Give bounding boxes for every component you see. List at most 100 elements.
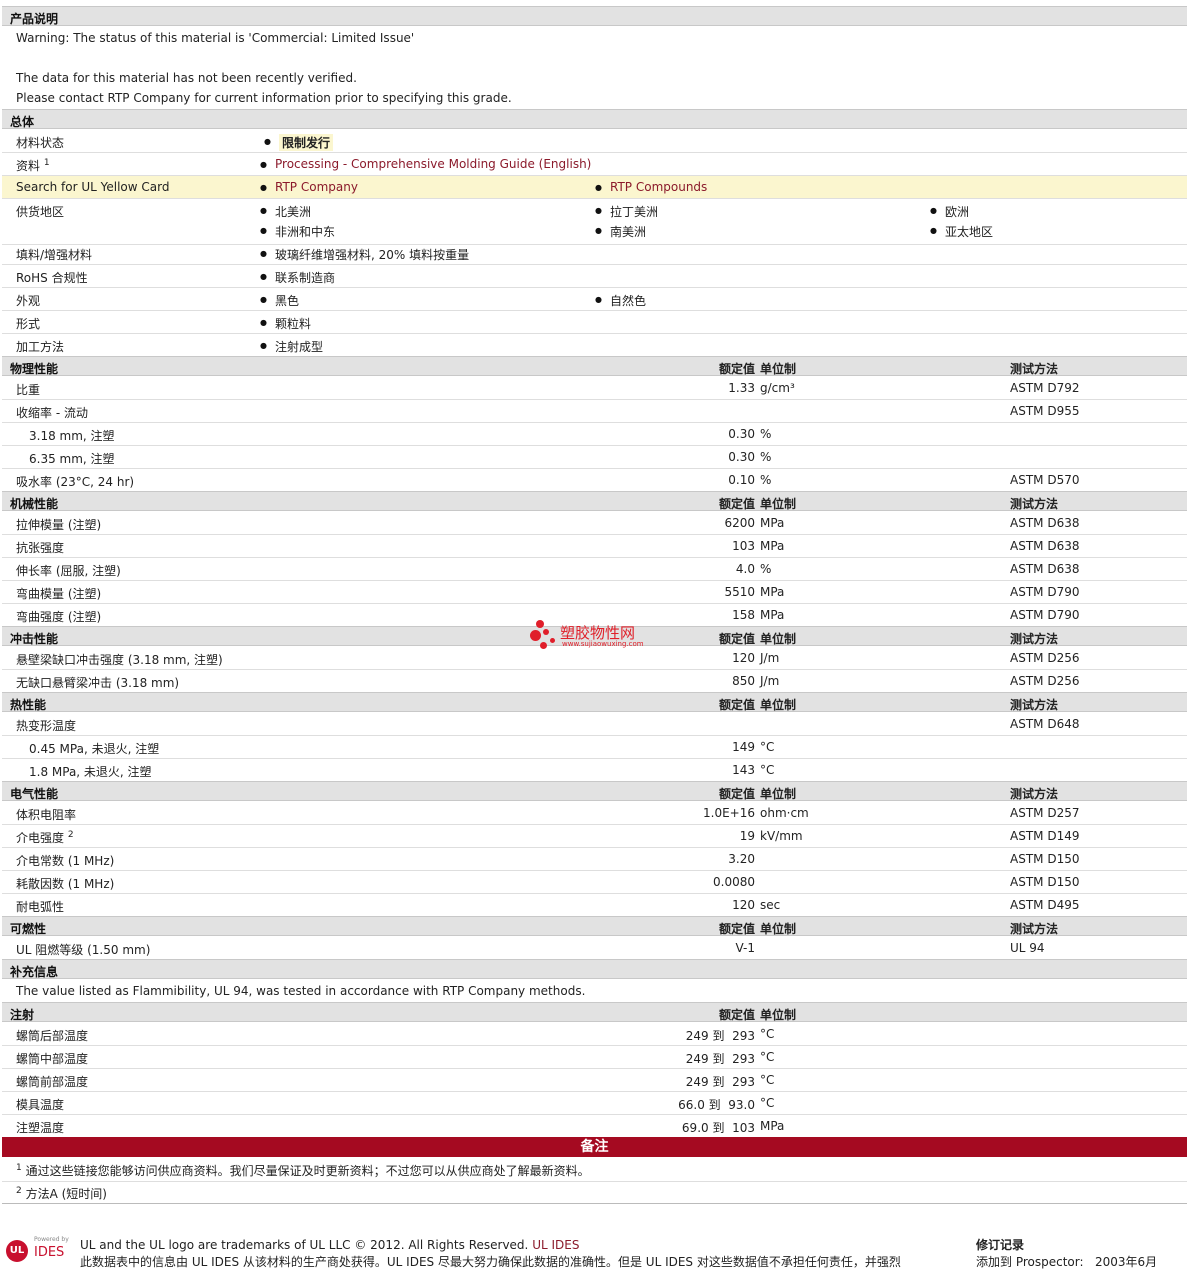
property-unit: MPa: [760, 585, 785, 599]
property-unit: g/cm³: [760, 381, 795, 395]
header-value: 额定值: [718, 1008, 755, 1022]
property-label: 体积电阻率: [16, 808, 77, 822]
property-method: ASTM D790: [1010, 585, 1080, 599]
property-value: 0.30: [728, 450, 755, 464]
property-value: 103: [732, 539, 755, 553]
general-row-form: 形式 颗粒料: [2, 311, 1187, 334]
property-row: 介电强度 2 19 kV/mm ASTM D149: [2, 825, 1187, 848]
rohs-value: 联系制造商: [260, 269, 335, 286]
note-row: 2 方法A (短时间): [2, 1182, 1187, 1204]
header-unit: 单位制: [760, 787, 797, 801]
row-label: 材料状态: [16, 136, 65, 150]
property-row: 悬壁梁缺口冲击强度 (3.18 mm, 注塑) 120 J/m ASTM D25…: [2, 647, 1187, 670]
section-thermal: 热性能 额定值 单位制 测试方法: [2, 692, 1187, 712]
section-title: 冲击性能: [10, 632, 59, 646]
property-unit: °C: [760, 740, 775, 754]
property-label: 0.45 MPa, 未退火, 注塑: [29, 742, 160, 756]
note-row: 1 通过这些链接您能够访问供应商资料。我们尽量保证及时更新资料；不过您可以从供应…: [2, 1158, 1187, 1182]
property-label: 弯曲模量 (注塑): [16, 587, 102, 601]
header-method: 测试方法: [1010, 362, 1059, 376]
property-label: 弯曲强度 (注塑): [16, 610, 102, 624]
header-unit: 单位制: [760, 497, 797, 511]
property-method: ASTM D495: [1010, 898, 1080, 912]
supply-item: 北美洲: [260, 203, 311, 220]
note-text: 1 通过这些链接您能够访问供应商资料。我们尽量保证及时更新资料；不过您可以从供应…: [16, 1163, 590, 1178]
section-title: 总体: [10, 115, 35, 129]
row-label: 加工方法: [16, 340, 65, 354]
footer-disclaimer: 此数据表中的信息由 UL IDES 从该材料的生产商处获得。UL IDES 尽最…: [80, 1255, 901, 1269]
row-label: 外观: [16, 294, 41, 308]
header-value: 额定值: [718, 497, 755, 511]
property-value: 149: [732, 740, 755, 754]
property-method: ASTM D150: [1010, 852, 1080, 866]
property-label: 螺筒后部温度: [16, 1029, 89, 1043]
property-unit: %: [760, 427, 772, 441]
property-label: 收缩率 - 流动: [16, 406, 88, 420]
property-unit: J/m: [760, 674, 780, 688]
section-title: 产品说明: [10, 12, 59, 26]
general-row-supply: 供货地区 北美洲 拉丁美洲 欧洲 非洲和中东 南美洲 亚太地区: [2, 199, 1187, 245]
property-method: ASTM D790: [1010, 608, 1080, 622]
property-unit: MPa: [760, 608, 785, 622]
supply-item: 亚太地区: [930, 223, 993, 240]
property-row: 拉伸模量 (注塑) 6200 MPa ASTM D638: [2, 512, 1187, 535]
filler-value: 玻璃纤维增强材料, 20% 填料按重量: [260, 246, 469, 263]
property-value: 249 到 293: [685, 1052, 755, 1066]
ul-ides-logo: UL Powered by IDES: [6, 1236, 74, 1266]
supply-item: 非洲和中东: [260, 223, 335, 240]
general-row-appearance: 外观 黑色 自然色: [2, 288, 1187, 311]
property-unit: ohm·cm: [760, 806, 809, 820]
general-row-ul: Search for UL Yellow Card RTP Company RT…: [2, 176, 1187, 199]
property-row: 收缩率 - 流动 ASTM D955: [2, 400, 1187, 423]
header-value: 额定值: [718, 922, 755, 936]
property-row: 耐电弧性 120 sec ASTM D495: [2, 894, 1187, 917]
property-row: 3.18 mm, 注塑 0.30 %: [2, 423, 1187, 446]
property-unit: °C: [760, 763, 775, 777]
property-method: ASTM D150: [1010, 875, 1080, 889]
property-value: 66.0 到 93.0: [678, 1098, 755, 1112]
property-unit: MPa: [760, 539, 785, 553]
property-unit: sec: [760, 898, 781, 912]
property-label: 无缺口悬臂梁冲击 (3.18 mm): [16, 676, 180, 690]
section-title: 电气性能: [10, 787, 59, 801]
row-label: RoHS 合规性: [16, 271, 88, 285]
property-value: 19: [739, 829, 755, 843]
property-row: 0.45 MPa, 未退火, 注塑 149 °C: [2, 736, 1187, 759]
property-method: ASTM D638: [1010, 516, 1080, 530]
property-value: 158: [732, 608, 755, 622]
ul-ides-link[interactable]: UL IDES: [532, 1238, 579, 1252]
datasheet-page: { "product": { "title": "产品说明", "warning…: [0, 0, 1187, 1271]
property-method: ASTM D149: [1010, 829, 1080, 843]
header-method: 测试方法: [1010, 632, 1059, 646]
property-label: 6.35 mm, 注塑: [29, 452, 115, 466]
row-label: 形式: [16, 317, 41, 331]
row-label: 供货地区: [16, 205, 65, 219]
ul-link-rtp-compounds[interactable]: RTP Compounds: [595, 180, 707, 194]
property-label: 耐电弧性: [16, 900, 65, 914]
property-unit: kV/mm: [760, 829, 803, 843]
property-unit: MPa: [760, 516, 785, 530]
property-label: 模具温度: [16, 1098, 65, 1112]
property-label: 螺筒中部温度: [16, 1052, 89, 1066]
header-method: 测试方法: [1010, 787, 1059, 801]
property-label: 螺筒前部温度: [16, 1075, 89, 1089]
revision-entry: 添加到 Prospector: 2003年6月: [976, 1255, 1158, 1269]
section-supplement: 补充信息: [2, 959, 1187, 979]
property-label: 介电常数 (1 MHz): [16, 854, 115, 868]
supply-item: 南美洲: [595, 223, 646, 240]
property-unit: °C: [760, 1027, 775, 1041]
property-value: 1.33: [728, 381, 755, 395]
property-value: 120: [732, 898, 755, 912]
source-link[interactable]: Processing - Comprehensive Molding Guide…: [260, 157, 591, 171]
header-unit: 单位制: [760, 632, 797, 646]
general-row-process: 加工方法 注射成型: [2, 334, 1187, 357]
note-text: Please contact RTP Company for current i…: [16, 91, 512, 105]
header-unit: 单位制: [760, 362, 797, 376]
appearance-item: 自然色: [595, 292, 646, 309]
property-value: 0.30: [728, 427, 755, 441]
property-value: 5510: [724, 585, 755, 599]
property-value: 249 到 293: [685, 1075, 755, 1089]
ul-link-rtp-company[interactable]: RTP Company: [260, 180, 358, 194]
property-value: 3.20: [728, 852, 755, 866]
property-label: 注塑温度: [16, 1121, 65, 1135]
